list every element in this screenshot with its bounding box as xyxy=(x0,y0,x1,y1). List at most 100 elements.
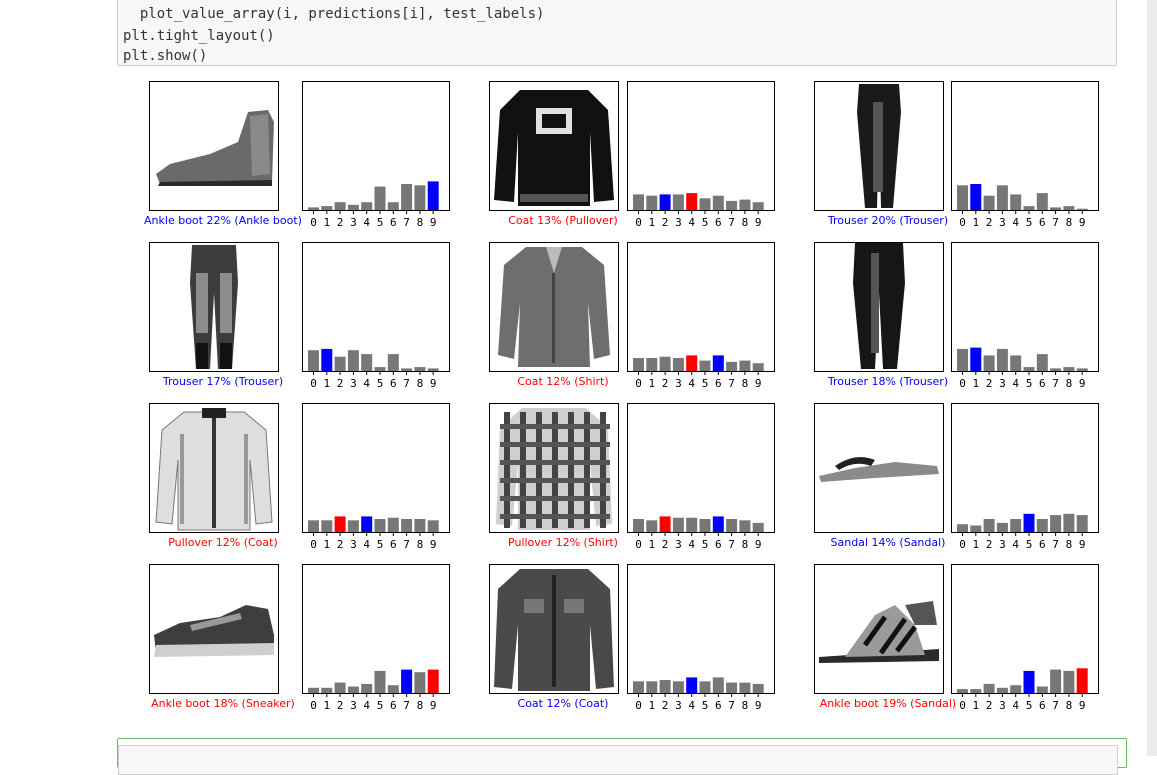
x-tick-label: 3 xyxy=(675,699,682,712)
prob-bar-7 xyxy=(726,361,738,371)
code-cell[interactable]: plot_value_array(i, predictions[i], test… xyxy=(117,0,1117,66)
prob-bar-6 xyxy=(712,355,724,371)
x-tick-label: 1 xyxy=(972,538,979,551)
clothing-image xyxy=(814,81,944,211)
prob-bar-6 xyxy=(1036,686,1048,693)
x-tick-label: 5 xyxy=(1026,699,1033,712)
prediction-caption: Ankle boot 18% (Sneaker) xyxy=(151,697,295,710)
prob-bar-0 xyxy=(308,207,319,210)
code-line-3: plt.show() xyxy=(123,48,208,64)
prob-bar-0 xyxy=(957,689,968,693)
x-tick-label: 4 xyxy=(1012,699,1019,712)
x-tick-label: 5 xyxy=(702,699,709,712)
prob-bar-3 xyxy=(347,686,359,693)
prob-bar-8 xyxy=(414,185,426,210)
prob-bar-7 xyxy=(1050,368,1062,371)
prob-bar-3 xyxy=(672,517,684,532)
x-tick-label: 8 xyxy=(417,377,424,390)
prob-bar-9 xyxy=(752,683,764,693)
image-panel: Coat 12% (Shirt) xyxy=(473,231,643,391)
probability-bar-chart: 0123456789 xyxy=(627,231,797,391)
prob-bar-0 xyxy=(308,520,319,532)
clothing-image xyxy=(489,242,619,372)
x-tick-label: 2 xyxy=(662,699,669,712)
x-tick-label: 7 xyxy=(403,699,410,712)
prob-bar-3 xyxy=(996,522,1008,532)
next-code-cell[interactable] xyxy=(117,738,1127,775)
code-line-2: plt.tight_layout() xyxy=(123,28,275,44)
image-panel: Sandal 14% (Sandal) xyxy=(798,392,968,552)
prob-bar-2 xyxy=(983,355,995,371)
x-tick-label: 6 xyxy=(715,538,722,551)
probability-bar-chart: 0123456789 xyxy=(627,553,797,713)
x-tick-label: 7 xyxy=(403,216,410,229)
x-tick-label: 5 xyxy=(377,699,384,712)
x-tick-label: 8 xyxy=(1066,699,1073,712)
prob-bar-8 xyxy=(1063,513,1075,532)
prediction-caption: Trouser 17% (Trouser) xyxy=(162,375,284,388)
x-tick-label: 7 xyxy=(1052,699,1059,712)
prob-bar-9 xyxy=(752,363,764,371)
clothing-image xyxy=(489,81,619,211)
x-tick-label: 8 xyxy=(1066,377,1073,390)
x-tick-label: 3 xyxy=(999,216,1006,229)
prob-bar-3 xyxy=(996,185,1008,210)
prob-bar-6 xyxy=(712,516,724,532)
x-tick-label: 9 xyxy=(1079,377,1086,390)
prob-bar-8 xyxy=(1063,206,1075,210)
prob-bar-9 xyxy=(1076,368,1088,371)
prob-bar-2 xyxy=(659,194,671,210)
x-tick-label: 0 xyxy=(310,377,317,390)
prob-bar-9 xyxy=(1076,668,1088,693)
prob-bar-3 xyxy=(672,358,684,371)
x-tick-label: 4 xyxy=(363,538,370,551)
prob-bar-7 xyxy=(401,184,413,210)
prob-bar-6 xyxy=(387,517,399,532)
prob-bar-7 xyxy=(1050,207,1062,210)
prob-bar-2 xyxy=(334,516,346,532)
x-tick-label: 9 xyxy=(1079,699,1086,712)
bar-chart-svg: 0123456789 xyxy=(951,403,1099,551)
prob-bar-4 xyxy=(686,677,698,693)
bar-chart-svg: 0123456789 xyxy=(302,81,450,229)
probability-bar-chart: 0123456789 xyxy=(627,70,797,230)
image-panel: Trouser 18% (Trouser) xyxy=(798,231,968,391)
x-tick-label: 9 xyxy=(430,216,437,229)
x-tick-label: 9 xyxy=(1079,538,1086,551)
bar-chart-svg: 0123456789 xyxy=(302,564,450,712)
prob-bar-6 xyxy=(1036,193,1048,210)
prediction-caption: Coat 12% (Coat) xyxy=(517,697,609,710)
x-tick-label: 4 xyxy=(1012,216,1019,229)
image-panel: Pullover 12% (Shirt) xyxy=(473,392,643,552)
clothing-image xyxy=(814,564,944,694)
prob-bar-7 xyxy=(1050,515,1062,532)
prob-bar-7 xyxy=(401,368,413,371)
prob-bar-9 xyxy=(427,669,439,693)
prob-bar-9 xyxy=(427,368,439,371)
x-tick-label: 4 xyxy=(1012,377,1019,390)
x-tick-label: 2 xyxy=(337,377,344,390)
x-tick-label: 6 xyxy=(390,377,397,390)
x-tick-label: 2 xyxy=(337,699,344,712)
x-tick-label: 3 xyxy=(350,699,357,712)
scrollbar-track[interactable] xyxy=(1147,0,1157,756)
x-tick-label: 8 xyxy=(742,699,749,712)
x-tick-label: 6 xyxy=(1039,216,1046,229)
x-tick-label: 9 xyxy=(430,538,437,551)
next-code-input[interactable] xyxy=(118,745,1118,775)
prob-bar-3 xyxy=(996,687,1008,693)
prob-bar-1 xyxy=(321,348,333,371)
image-panel: Pullover 12% (Coat) xyxy=(133,392,303,552)
prob-bar-3 xyxy=(347,350,359,371)
x-tick-label: 4 xyxy=(1012,538,1019,551)
x-tick-label: 9 xyxy=(755,699,762,712)
x-tick-label: 8 xyxy=(742,377,749,390)
bar-chart-svg: 0123456789 xyxy=(627,81,775,229)
bar-chart-svg: 0123456789 xyxy=(951,564,1099,712)
prob-bar-7 xyxy=(401,669,413,693)
x-tick-label: 1 xyxy=(323,699,330,712)
prob-bar-1 xyxy=(646,358,658,371)
x-tick-label: 4 xyxy=(363,377,370,390)
x-tick-label: 3 xyxy=(999,377,1006,390)
x-tick-label: 5 xyxy=(702,216,709,229)
